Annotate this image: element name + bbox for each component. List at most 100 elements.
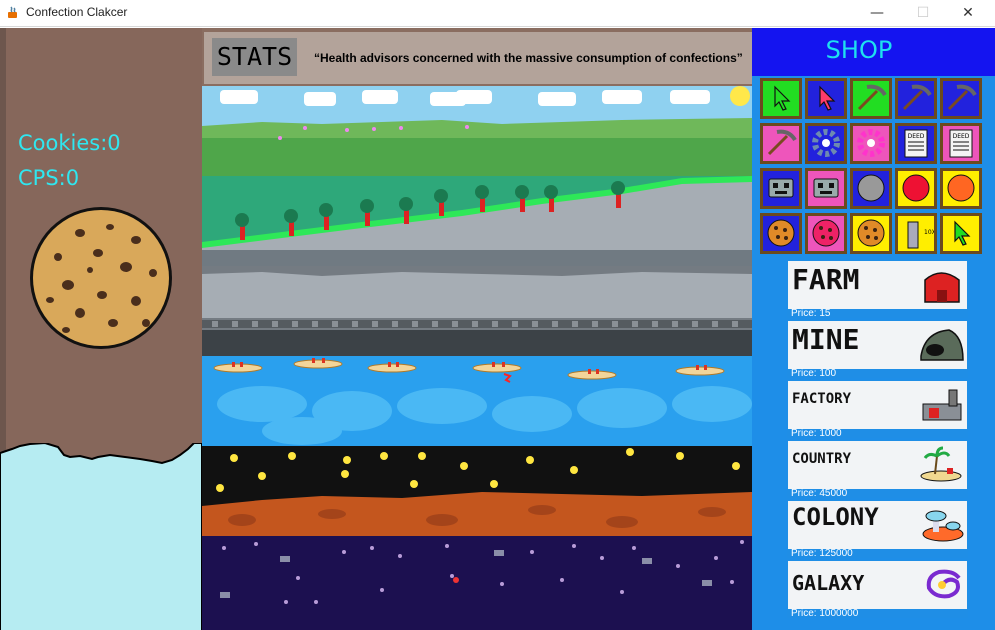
news-bar: STATS “Health advisors concerned with th… <box>204 32 752 84</box>
upgrade-gray-pickaxe[interactable] <box>940 78 982 119</box>
island-country-icon <box>919 446 965 484</box>
upgrade-orange-planet[interactable] <box>940 168 982 209</box>
building-price: Price: 1000000 <box>791 608 859 619</box>
maximize-button[interactable]: ☐ <box>900 0 946 27</box>
upgrade-green-pickaxe[interactable] <box>850 78 892 119</box>
building-card: FARM <box>788 261 967 309</box>
building-scenes <box>202 86 754 630</box>
buy-mine-button[interactable]: MINE Price: 100 <box>787 320 968 379</box>
factory-icon <box>919 386 965 424</box>
factory-scene <box>202 266 752 356</box>
upgrade-gray-planet[interactable] <box>850 168 892 209</box>
gray-pickaxe-icon <box>943 81 979 116</box>
big-cookie-button[interactable] <box>28 205 174 351</box>
cursor-10x-icon <box>943 216 979 251</box>
deed-icon: DEED <box>898 126 934 161</box>
upgrade-cursor-10x[interactable] <box>940 213 982 254</box>
shop-panel: SHOP DEED DEED 10X FARM Price: 15 MINE Price:… <box>752 28 995 630</box>
blue-cookie-icon <box>763 216 799 251</box>
building-name: COLONY <box>792 503 879 531</box>
buy-factory-button[interactable]: FACTORY Price: 1000 <box>787 380 968 439</box>
building-card: GALAXY <box>788 561 967 609</box>
pink-pickaxe-icon <box>763 126 799 161</box>
spiral-galaxy-icon <box>919 566 965 604</box>
building-price: Price: 15 <box>791 308 831 319</box>
buy-galaxy-button[interactable]: GALAXY Price: 1000000 <box>787 560 968 619</box>
upgrade-blue-robot[interactable] <box>760 168 802 209</box>
orange-planet-icon <box>943 171 979 206</box>
stats-button[interactable]: STATS <box>212 38 297 76</box>
upgrade-cookie-upgrade[interactable] <box>850 213 892 254</box>
shop-header: SHOP <box>752 28 995 76</box>
building-name: GALAXY <box>792 571 865 595</box>
building-name: FACTORY <box>792 391 852 407</box>
building-card: COLONY <box>788 501 967 549</box>
upgrade-pink-pickaxe[interactable] <box>760 123 802 164</box>
blue-gear-icon <box>808 126 844 161</box>
building-name: FARM <box>792 263 860 296</box>
building-price: Price: 1000 <box>791 428 842 439</box>
building-price: Price: 100 <box>791 368 837 379</box>
building-name: MINE <box>792 323 860 356</box>
blue-robot-icon <box>763 171 799 206</box>
building-price: Price: 45000 <box>791 488 848 499</box>
game-content: Cookies:0 CPS:0 STATS “Health advisors c… <box>0 28 995 630</box>
building-card: COUNTRY <box>788 441 967 489</box>
upgrade-green-cursor[interactable] <box>760 78 802 119</box>
building-card: FACTORY <box>788 381 967 429</box>
red-planet-icon <box>898 171 934 206</box>
upgrade-red-cursor[interactable] <box>805 78 847 119</box>
window-title: Confection Clakcer <box>26 5 128 19</box>
svg-text:DEED: DEED <box>908 133 925 140</box>
milk-pool <box>0 443 202 630</box>
red-deed-icon: DEED <box>943 126 979 161</box>
upgrade-building-10x[interactable]: 10X <box>895 213 937 254</box>
mushroom-colony-icon <box>919 506 965 544</box>
green-pickaxe-icon <box>853 81 889 116</box>
cps-counter: CPS:0 <box>18 166 80 190</box>
building-price: Price: 125000 <box>791 548 853 559</box>
upgrade-red-deed[interactable]: DEED <box>940 123 982 164</box>
upgrade-pink-cookie[interactable] <box>805 213 847 254</box>
shop-title: SHOP <box>825 36 893 64</box>
colony-scene <box>202 446 752 536</box>
farm-scene <box>202 86 752 176</box>
game-window: Confection Clakcer — ☐ ✕ Cookies:0 CPS:0 <box>0 0 995 630</box>
upgrade-blue-gear[interactable] <box>805 123 847 164</box>
red-cursor-icon <box>808 81 844 116</box>
pink-cookie-icon <box>808 216 844 251</box>
close-button[interactable]: ✕ <box>945 0 991 27</box>
title-bar: Confection Clakcer — ☐ ✕ <box>0 0 995 27</box>
gray-planet-icon <box>853 171 889 206</box>
green-cursor-icon <box>763 81 799 116</box>
building-10x-icon: 10X <box>898 216 936 251</box>
upgrade-red-pickaxe[interactable] <box>895 78 937 119</box>
country-scene <box>202 356 752 446</box>
upgrade-pink-gear[interactable] <box>850 123 892 164</box>
building-name: COUNTRY <box>792 451 852 467</box>
upgrade-pink-robot[interactable] <box>805 168 847 209</box>
upgrade-grid: DEED DEED 10X <box>760 78 992 258</box>
upgrade-red-planet[interactable] <box>895 168 937 209</box>
java-app-icon <box>8 6 17 18</box>
galaxy-scene <box>202 536 752 630</box>
mine-scene <box>202 176 752 266</box>
cookie-upgrade-icon <box>853 216 889 251</box>
farm-barn-icon <box>919 266 965 304</box>
svg-text:DEED: DEED <box>953 133 970 140</box>
svg-text:10X: 10X <box>924 229 934 236</box>
mine-cave-icon <box>919 326 965 364</box>
building-card: MINE <box>788 321 967 369</box>
buy-farm-button[interactable]: FARM Price: 15 <box>787 260 968 319</box>
cookie-counter: Cookies:0 <box>18 131 121 155</box>
pink-robot-icon <box>808 171 844 206</box>
upgrade-blue-cookie[interactable] <box>760 213 802 254</box>
left-panel: Cookies:0 CPS:0 <box>0 28 202 630</box>
minimize-button[interactable]: — <box>854 0 900 27</box>
pink-gear-icon <box>853 126 889 161</box>
news-ticker: “Health advisors concerned with the mass… <box>314 51 743 65</box>
red-pickaxe-icon <box>898 81 934 116</box>
buy-colony-button[interactable]: COLONY Price: 125000 <box>787 500 968 559</box>
upgrade-deed[interactable]: DEED <box>895 123 937 164</box>
buy-country-button[interactable]: COUNTRY Price: 45000 <box>787 440 968 499</box>
